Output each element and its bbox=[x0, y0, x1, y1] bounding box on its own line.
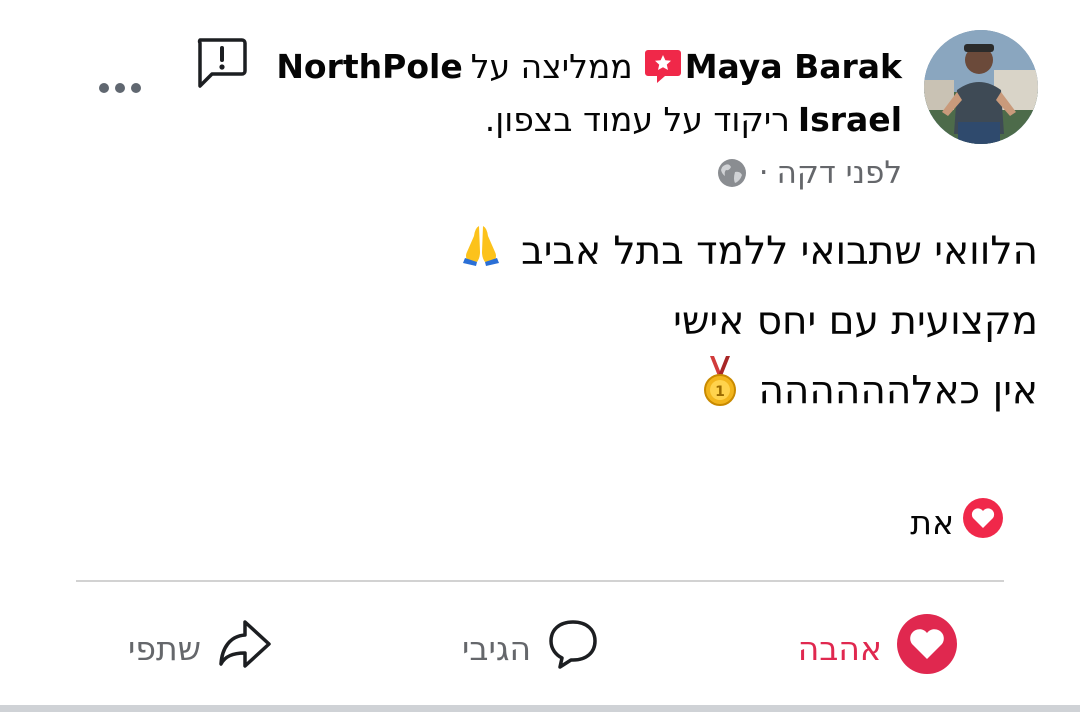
share-icon bbox=[215, 616, 275, 680]
post-header: Maya Barak ממליצה על NorthPole bbox=[276, 42, 902, 90]
meta-separator: · bbox=[758, 155, 769, 191]
context-text: ריקוד על עמוד בצפון. bbox=[484, 99, 790, 139]
post-header-line2: Israel ריקוד על עמוד בצפון. bbox=[485, 96, 902, 142]
medal-icon: 1 bbox=[700, 355, 740, 430]
post-meta: לפני דקה · bbox=[717, 152, 902, 194]
dot-icon bbox=[131, 83, 141, 93]
dot-icon bbox=[99, 83, 109, 93]
report-icon[interactable] bbox=[192, 34, 250, 92]
page-name[interactable]: NorthPole bbox=[276, 47, 462, 86]
praying-hands-icon bbox=[459, 220, 503, 288]
reactions-text: את bbox=[910, 502, 954, 542]
svg-text:1: 1 bbox=[715, 384, 725, 400]
dot-icon bbox=[115, 83, 125, 93]
comment-button[interactable]: הגיבי bbox=[462, 612, 601, 684]
heart-icon bbox=[896, 613, 958, 683]
avatar-image bbox=[924, 30, 1038, 144]
page-name-continued[interactable]: Israel bbox=[798, 100, 902, 139]
divider bbox=[76, 580, 1004, 582]
globe-icon bbox=[717, 158, 747, 188]
post-text-line: הלוואי שתבואי ללמד בתל אביב bbox=[138, 218, 1038, 288]
recommendation-icon bbox=[643, 46, 683, 86]
love-label: אהבה bbox=[797, 628, 882, 668]
heart-reaction-icon bbox=[962, 497, 1004, 547]
author-name[interactable]: Maya Barak bbox=[685, 47, 902, 86]
share-label: שתפי bbox=[128, 628, 202, 668]
reactions-summary[interactable]: את bbox=[910, 497, 1004, 547]
post-text-line: מקצועית עם יחס אישי bbox=[673, 298, 1038, 344]
avatar[interactable] bbox=[924, 30, 1038, 144]
comment-label: הגיבי bbox=[462, 628, 531, 668]
post-text-line: אין כאלהההההה 1 bbox=[138, 355, 1038, 430]
timestamp[interactable]: לפני דקה bbox=[777, 155, 902, 191]
post-body: הלוואי שתבואי ללמד בתל אביב מקצועית עם י… bbox=[138, 218, 1038, 430]
comment-icon bbox=[545, 616, 601, 680]
share-button[interactable]: שתפי bbox=[128, 612, 275, 684]
love-button[interactable]: אהבה bbox=[798, 612, 958, 684]
recommends-text: ממליצה על bbox=[470, 46, 633, 86]
bottom-separator bbox=[0, 705, 1080, 712]
more-options-button[interactable] bbox=[92, 72, 148, 104]
